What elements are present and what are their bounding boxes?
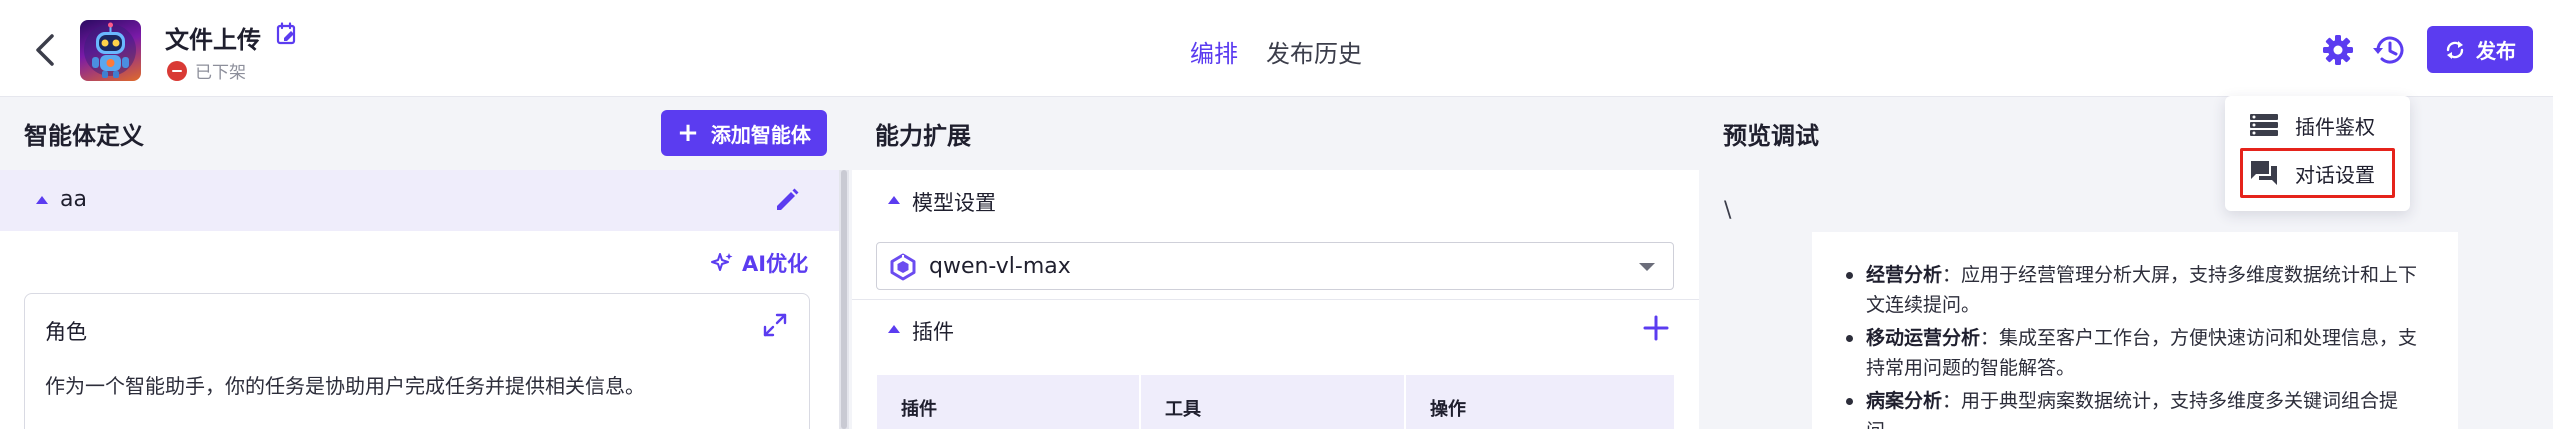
role-title: 角色 bbox=[45, 320, 87, 344]
capability-title: 能力扩展 bbox=[875, 122, 971, 150]
chevron-down-icon bbox=[1639, 263, 1655, 271]
list-item: 病案分析：用于典型病案数据统计，支持多维度多关键词组合提问。 bbox=[1846, 386, 2426, 429]
tab-orchestrate[interactable]: 编排 bbox=[1190, 34, 1238, 69]
agent-name: aa bbox=[60, 187, 87, 212]
list-item-term: 移动运营分析 bbox=[1866, 327, 1981, 349]
plugin-table-header: 插件 工具 操作 bbox=[877, 375, 1674, 429]
top-header: 文件上传 已下架 编排 发布历史 发布 bbox=[0, 0, 2553, 97]
gear-icon[interactable] bbox=[2322, 34, 2354, 66]
role-card: 角色 作为一个智能助手，你的任务是协助用户完成任务并提供相关信息。 bbox=[24, 293, 810, 429]
main-tabs: 编排 发布历史 bbox=[1190, 34, 1362, 69]
menu-item-plugin-auth[interactable]: 插件鉴权 bbox=[2225, 102, 2410, 148]
history-icon[interactable] bbox=[2372, 34, 2406, 66]
collapse-caret-icon[interactable] bbox=[888, 196, 900, 204]
agent-avatar bbox=[80, 20, 141, 81]
back-arrow-icon[interactable] bbox=[28, 30, 62, 70]
capability-panel: 模型设置 qwen-vl-max 插件 插件 工具 操作 bbox=[852, 170, 1699, 429]
tab-publish-history[interactable]: 发布历史 bbox=[1266, 34, 1362, 69]
expand-icon[interactable] bbox=[762, 312, 788, 338]
plus-icon: + bbox=[677, 118, 699, 148]
list-icon bbox=[2250, 114, 2278, 136]
agent-section-header[interactable]: aa bbox=[0, 170, 840, 231]
ai-optimize-button[interactable]: AI优化 bbox=[710, 248, 808, 278]
collapse-caret-icon[interactable] bbox=[888, 325, 900, 333]
list-item-text: ：用于典型病案数据统计，支持多维度多关键词组合提问。 bbox=[1866, 390, 2399, 429]
sync-icon bbox=[2446, 40, 2464, 59]
pencil-icon[interactable] bbox=[773, 186, 801, 214]
add-plugin-icon[interactable] bbox=[1642, 314, 1670, 342]
plugin-section-title: 插件 bbox=[912, 320, 954, 344]
add-agent-button[interactable]: + 添加智能体 bbox=[661, 110, 827, 156]
publish-label: 发布 bbox=[2476, 39, 2516, 63]
add-agent-label: 添加智能体 bbox=[710, 122, 811, 147]
collapse-caret-icon[interactable] bbox=[36, 196, 48, 204]
publish-button[interactable]: 发布 bbox=[2427, 26, 2533, 73]
status-badge: 已下架 bbox=[167, 58, 246, 83]
column-header-plugin: 插件 bbox=[901, 399, 937, 420]
model-select[interactable]: qwen-vl-max bbox=[876, 242, 1674, 290]
column-header-action: 操作 bbox=[1430, 399, 1466, 420]
chat-message-fragment: \ bbox=[1724, 198, 1732, 223]
agent-definition-title: 智能体定义 bbox=[24, 122, 144, 150]
preview-message-card: 经营分析：应用于经营管理分析大屏，支持多维度数据统计和上下文连续提问。 移动运营… bbox=[1812, 232, 2458, 429]
status-text: 已下架 bbox=[195, 63, 246, 83]
agent-definition-panel: aa AI优化 角色 作为一个智能助手，你的任务是协助用户完成任务并提供相关信息… bbox=[0, 170, 840, 429]
ai-optimize-label: AI优化 bbox=[742, 252, 809, 276]
divider bbox=[852, 299, 1699, 300]
column-header-tool: 工具 bbox=[1165, 399, 1201, 420]
page-title: 文件上传 bbox=[165, 26, 261, 54]
list-item-term: 经营分析 bbox=[1866, 264, 1943, 286]
column-separator bbox=[1404, 375, 1406, 429]
list-item-term: 病案分析 bbox=[1866, 390, 1943, 412]
role-description[interactable]: 作为一个智能助手，你的任务是协助用户完成任务并提供相关信息。 bbox=[45, 370, 645, 399]
scrollbar-thumb[interactable] bbox=[841, 170, 847, 429]
preview-debug-title: 预览调试 bbox=[1723, 122, 1819, 150]
column-separator bbox=[1139, 375, 1141, 429]
sparkle-icon bbox=[711, 253, 733, 271]
qwen-logo-icon bbox=[890, 253, 916, 281]
list-item: 经营分析：应用于经营管理分析大屏，支持多维度数据统计和上下文连续提问。 bbox=[1846, 260, 2426, 320]
edit-info-icon[interactable] bbox=[276, 22, 298, 46]
preview-list: 经营分析：应用于经营管理分析大屏，支持多维度数据统计和上下文连续提问。 移动运营… bbox=[1846, 260, 2426, 429]
list-item-text: ：应用于经营管理分析大屏，支持多维度数据统计和上下文连续提问。 bbox=[1866, 264, 2418, 316]
model-settings-title: 模型设置 bbox=[912, 191, 996, 215]
model-value: qwen-vl-max bbox=[929, 254, 1071, 279]
offline-icon bbox=[167, 60, 187, 81]
menu-item-label: 插件鉴权 bbox=[2295, 114, 2375, 139]
highlight-box bbox=[2240, 148, 2395, 198]
list-item: 移动运营分析：集成至客户工作台，方便快速访问和处理信息，支持常用问题的智能解答。 bbox=[1846, 323, 2426, 383]
